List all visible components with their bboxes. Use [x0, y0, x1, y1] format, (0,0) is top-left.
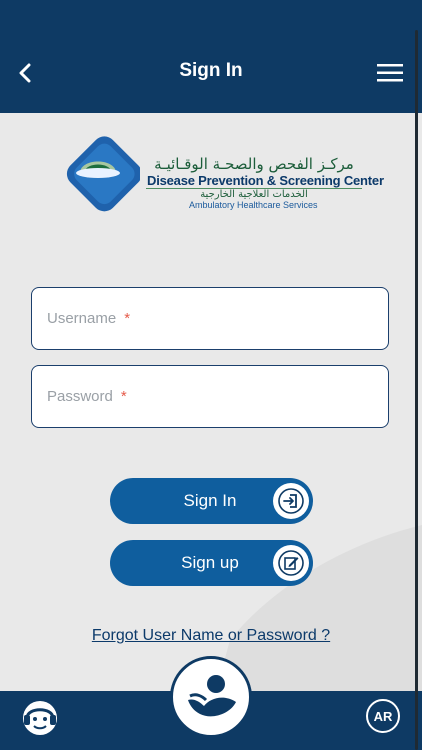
- scrollbar[interactable]: [415, 30, 418, 750]
- password-placeholder: Password *: [47, 388, 127, 405]
- edit-icon: [273, 545, 309, 581]
- app-header: Sign In: [0, 0, 422, 113]
- required-marker: *: [124, 310, 131, 327]
- logo-arabic-name: مركـز الفحص والصحـة الوقـائيـة: [154, 155, 354, 173]
- password-field[interactable]: Password *: [31, 365, 389, 428]
- logo-english-subtitle: Ambulatory Healthcare Services: [189, 200, 318, 210]
- sign-up-button[interactable]: Sign up: [110, 540, 313, 586]
- logo-english-name: Disease Prevention & Screening Center: [147, 173, 384, 188]
- hamburger-menu-icon: [377, 64, 403, 82]
- home-button[interactable]: [170, 656, 252, 738]
- center-logo: مركـز الفحص والصحـة الوقـائيـة Disease P…: [56, 134, 384, 218]
- home-logo-icon: [188, 675, 236, 717]
- logo-emblem-icon: [66, 136, 140, 212]
- forgot-credentials-link[interactable]: Forgot User Name or Password ?: [0, 627, 422, 645]
- support-button[interactable]: [20, 698, 60, 738]
- language-toggle-button[interactable]: AR: [366, 699, 400, 733]
- sign-in-button[interactable]: Sign In: [110, 478, 313, 524]
- required-marker: *: [120, 388, 127, 405]
- login-icon: [273, 483, 309, 519]
- logo-arabic-subtitle: الخدمات العلاجية الخارجية: [200, 189, 308, 200]
- page-title: Sign In: [179, 60, 243, 81]
- username-placeholder: Username *: [47, 310, 131, 327]
- username-field[interactable]: Username *: [31, 287, 389, 350]
- menu-button[interactable]: [372, 58, 408, 88]
- support-headset-icon: [23, 701, 57, 735]
